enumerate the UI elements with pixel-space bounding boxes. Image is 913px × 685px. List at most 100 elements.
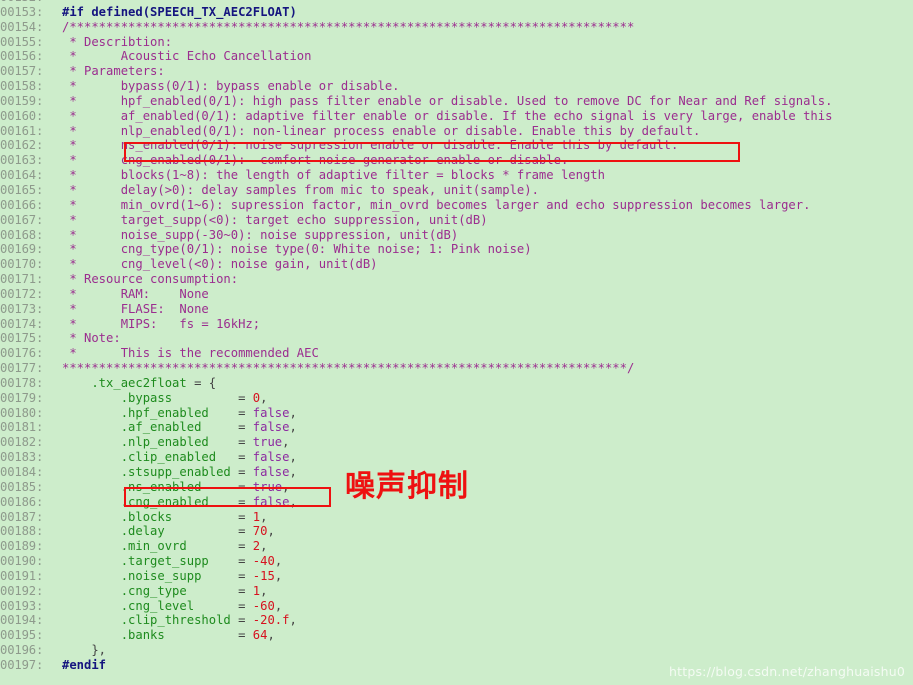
code-line: 00173: * FLASE: None (0, 302, 913, 317)
code-token: false (252, 420, 290, 435)
line-number: 00163: (0, 153, 44, 168)
code-line: 00160: * af_enabled(0/1): adaptive filte… (0, 109, 913, 124)
code-token: = { (194, 375, 217, 390)
code-token: 70 (252, 524, 268, 539)
code-token: false (252, 450, 290, 465)
line-number: 00175: (0, 331, 44, 346)
code-line: 00172: * RAM: None (0, 287, 913, 302)
line-number: 00195: (0, 628, 44, 643)
code-token: * ns_enabled(0/1): noise supression enab… (62, 138, 679, 153)
code-line: 00196: }, (0, 643, 913, 658)
code-line-content: .noise_supp = -15, (62, 569, 282, 583)
line-number: 00170: (0, 257, 44, 272)
code-line: 00164: * blocks(1~8): the length of adap… (0, 168, 913, 183)
code-line-content: .bypass = 0, (62, 390, 268, 405)
code-token: , (260, 390, 268, 405)
code-line-content: * cng_enabled(0/1): comfort noise genera… (62, 153, 568, 167)
code-token: .noise_supp (62, 568, 239, 583)
chinese-annotation-label: 噪声抑制 (345, 469, 469, 504)
code-line: 00156: * Acoustic Echo Cancellation (0, 49, 913, 64)
line-number: 00166: (0, 197, 44, 212)
code-token: = (238, 539, 253, 554)
line-number: 00187: (0, 509, 44, 524)
code-line-content: .hpf_enabled = false, (62, 406, 297, 420)
code-line-content: * hpf_enabled(0/1): high pass filter ena… (62, 94, 832, 108)
code-token: = (238, 554, 253, 569)
code-token: , (289, 465, 297, 479)
code-line-content: .banks = 64, (62, 628, 275, 642)
code-line: 00188: .delay = 70, (0, 524, 913, 539)
code-token: = (238, 628, 253, 643)
code-line-content: * Note: (62, 331, 121, 346)
code-token: , (267, 628, 275, 643)
code-line-content: .min_ovrd = 2, (62, 539, 268, 554)
code-token: , (260, 539, 268, 554)
line-number: 00176: (0, 346, 44, 361)
code-token: * cng_level(<0): noise gain, unit(dB) (62, 257, 378, 272)
code-token: * Note: (62, 331, 121, 346)
code-line-content: * RAM: None (62, 287, 208, 301)
code-line-content: .cng_type = 1, (62, 583, 268, 598)
line-number: 00157: (0, 64, 44, 79)
line-number: 00164: (0, 168, 44, 183)
code-line-content: .delay = 70, (62, 524, 275, 538)
code-token: .clip_threshold (62, 613, 239, 628)
code-line-content: * FLASE: None (62, 302, 208, 316)
code-line: 00175: * Note: (0, 331, 913, 346)
code-token: * MIPS: fs = 16kHz; (62, 316, 261, 331)
code-token: .bypass (62, 390, 239, 405)
code-token: .banks (62, 628, 239, 643)
code-line-content: .af_enabled = false, (62, 420, 297, 434)
code-token: .cng_level (62, 598, 239, 613)
code-line-content: .target_supp = -40, (62, 554, 282, 568)
code-line-content: .stsupp_enabled = false, (62, 465, 297, 479)
code-line: 00177: **********************************… (0, 361, 913, 376)
csdn-watermark: https://blog.csdn.net/zhanghuaishu0 (669, 664, 905, 679)
code-viewer[interactable]: 00152:00153:#if defined(SPEECH_TX_AEC2FL… (0, 0, 913, 685)
line-number: 00196: (0, 643, 44, 658)
line-number: 00185: (0, 479, 44, 494)
code-token: , (289, 613, 297, 628)
line-number: 00169: (0, 242, 44, 257)
code-line-content: * MIPS: fs = 16kHz; (62, 317, 260, 331)
code-token: , (260, 583, 268, 598)
code-token: .ns_enabled (62, 479, 239, 494)
line-number: 00154: (0, 19, 44, 34)
code-token: .nlp_enabled (62, 435, 239, 450)
code-token: * blocks(1~8): the length of adaptive fi… (62, 168, 605, 183)
code-line-content: .cng_enabled = false, (62, 495, 297, 509)
code-line: 00189: .min_ovrd = 2, (0, 539, 913, 554)
code-line: 00163: * cng_enabled(0/1): comfort noise… (0, 153, 913, 168)
code-token: }, (62, 643, 107, 658)
code-token: = (238, 494, 253, 509)
code-line-content: * nlp_enabled(0/1): non-linear process e… (62, 124, 700, 138)
code-token: #endif (62, 657, 107, 672)
code-line: 00182: .nlp_enabled = true, (0, 435, 913, 450)
code-token: = (238, 405, 253, 420)
code-line-list: 00152:00153:#if defined(SPEECH_TX_AEC2FL… (0, 0, 913, 673)
code-token: .tx_aec2float (62, 375, 195, 390)
code-token: * af_enabled(0/1): adaptive filter enabl… (62, 108, 833, 123)
code-token: * Parameters: (62, 64, 165, 79)
code-token: , (260, 509, 268, 524)
code-line: 00174: * MIPS: fs = 16kHz; (0, 317, 913, 332)
code-token: .stsupp_enabled (62, 465, 239, 479)
code-line-content: .tx_aec2float = { (62, 376, 216, 390)
code-token: * Describtion: (62, 34, 173, 49)
code-token: , (274, 554, 283, 569)
line-number: 00159: (0, 93, 44, 108)
code-line-content: * cng_level(<0): noise gain, unit(dB) (62, 257, 378, 272)
line-number: 00183: (0, 450, 44, 465)
code-token: , (274, 598, 283, 613)
line-number: 00161: (0, 123, 44, 138)
line-number: 00162: (0, 138, 44, 153)
code-token: * delay(>0): delay samples from mic to s… (62, 182, 539, 197)
line-number: 00188: (0, 524, 44, 539)
code-token: .delay (62, 524, 239, 539)
code-token: .cng_type (62, 583, 239, 598)
code-token: * cng_enabled(0/1): comfort noise genera… (62, 153, 569, 168)
code-token: , (289, 405, 297, 420)
line-number: 00174: (0, 316, 44, 331)
line-number: 00171: (0, 272, 44, 287)
code-token: = (238, 524, 253, 539)
